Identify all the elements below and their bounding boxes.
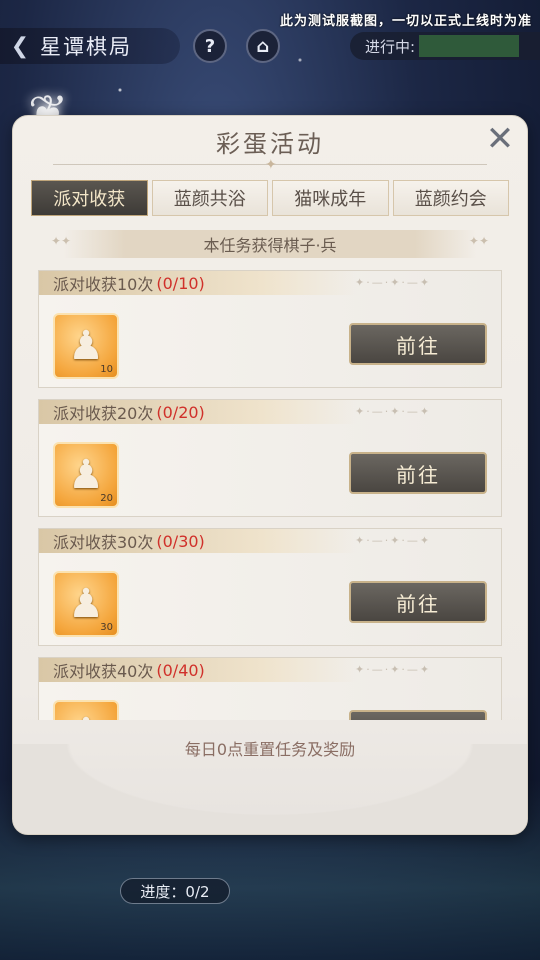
- reward-item[interactable]: ♟ 10: [53, 313, 119, 379]
- reward-count: 20: [100, 493, 113, 504]
- task-row: 派对收获20次 (0/20) ✦·—·✦·—✦ ♟ 20 前往: [38, 399, 502, 517]
- task-list[interactable]: 派对收获10次 (0/10) ✦·—·✦·—✦ ♟ 10 前往 派对收获20次 …: [38, 270, 502, 720]
- subtitle-banner: 本任务获得棋子·兵: [63, 230, 477, 258]
- progress-indicator: 进度：0/2: [120, 878, 230, 904]
- task-progress: (0/30): [156, 531, 205, 551]
- reward-item[interactable]: ♟ 30: [53, 571, 119, 637]
- status-redacted-bar: [419, 35, 520, 57]
- header-decoration: ✦·—·✦·—✦: [355, 534, 432, 547]
- pawn-icon: ♟: [68, 452, 104, 498]
- task-name: 派对收获20次: [53, 404, 154, 423]
- header-decoration: ✦·—·✦·—✦: [355, 405, 432, 418]
- reward-count: 30: [100, 622, 113, 633]
- close-button[interactable]: ✕: [483, 122, 517, 158]
- goto-button[interactable]: 前往: [349, 581, 487, 623]
- task-progress: (0/10): [156, 273, 205, 293]
- task-progress: (0/40): [156, 660, 205, 680]
- panel-title: 彩蛋活动: [216, 130, 324, 158]
- tab-blue-date[interactable]: 蓝颜约会: [392, 180, 509, 216]
- tab-bar: 派对收获 蓝颜共浴 猫咪成年 蓝颜约会: [31, 180, 509, 216]
- goto-button[interactable]: 前往: [349, 323, 487, 365]
- task-name: 派对收获40次: [53, 662, 154, 681]
- top-title-bar: ❮ 星谭棋局: [0, 28, 180, 64]
- task-row: 派对收获40次 (0/40) ✦·—·✦·—✦ ♟ 40 前往: [38, 657, 502, 720]
- tab-blue-bath[interactable]: 蓝颜共浴: [151, 180, 268, 216]
- task-progress: (0/20): [156, 402, 205, 422]
- reward-count: 10: [100, 364, 113, 375]
- task-header: 派对收获40次 (0/40): [39, 658, 357, 682]
- test-server-watermark: 此为测试服截图，一切以正式上线时为准: [279, 14, 532, 29]
- pawn-icon: ♟: [68, 323, 104, 369]
- help-button[interactable]: ?: [193, 29, 227, 63]
- panel-bottom-decoration: [13, 744, 527, 834]
- tab-cat-adult[interactable]: 猫咪成年: [272, 180, 389, 216]
- home-button[interactable]: ⌂: [246, 29, 280, 63]
- header-decoration: ✦·—·✦·—✦: [355, 276, 432, 289]
- tab-party-harvest[interactable]: 派对收获: [31, 180, 148, 216]
- back-arrow-icon[interactable]: ❮: [0, 28, 40, 64]
- task-name: 派对收获30次: [53, 533, 154, 552]
- easter-egg-panel: 彩蛋活动 ✦ ✕ 派对收获 蓝颜共浴 猫咪成年 蓝颜约会 ✦✦ 本任务获得棋子·…: [12, 115, 528, 835]
- goto-button[interactable]: 前往: [349, 452, 487, 494]
- page-title: 星谭棋局: [40, 35, 132, 59]
- home-icon: ⌂: [256, 35, 270, 57]
- header-decoration: ✦·—·✦·—✦: [355, 663, 432, 676]
- task-row: 派对收获10次 (0/10) ✦·—·✦·—✦ ♟ 10 前往: [38, 270, 502, 388]
- task-row: 派对收获30次 (0/30) ✦·—·✦·—✦ ♟ 30 前往: [38, 528, 502, 646]
- reward-item[interactable]: ♟ 20: [53, 442, 119, 508]
- task-header: 派对收获30次 (0/30): [39, 529, 357, 553]
- goto-button[interactable]: 前往: [349, 710, 487, 720]
- reward-item[interactable]: ♟ 40: [53, 700, 119, 720]
- sparkle-icon: ✦✦: [468, 234, 489, 248]
- task-header: 派对收获10次 (0/10): [39, 271, 357, 295]
- status-label: 进行中:: [365, 37, 416, 56]
- task-header: 派对收获20次 (0/20): [39, 400, 357, 424]
- task-name: 派对收获10次: [53, 275, 154, 294]
- pawn-icon: ♟: [68, 710, 104, 720]
- status-box: 进行中:: [350, 32, 540, 60]
- pawn-icon: ♟: [68, 581, 104, 627]
- title-diamond-icon: ✦: [265, 157, 277, 173]
